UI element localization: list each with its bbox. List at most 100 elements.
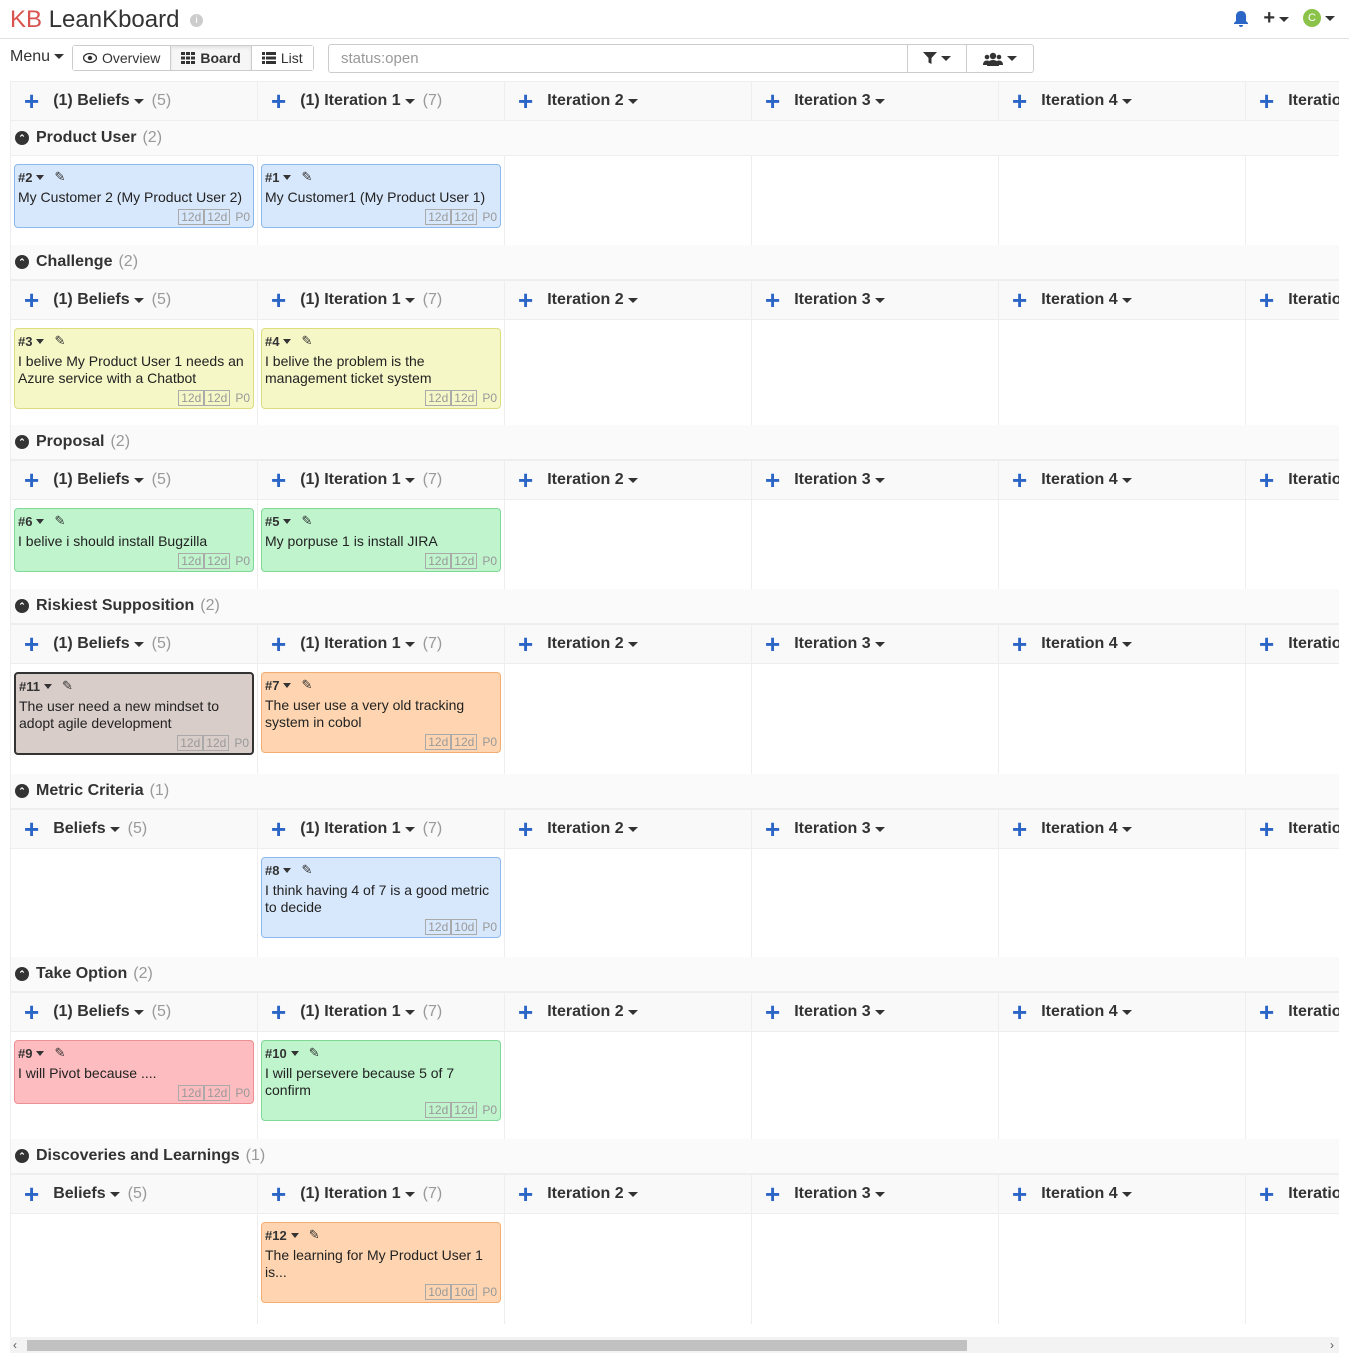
board-cell[interactable] <box>999 664 1246 774</box>
board-cell[interactable] <box>999 1214 1246 1324</box>
column-header[interactable]: + Iteration 5 <box>1246 1175 1339 1213</box>
caret-down-icon[interactable] <box>133 297 144 303</box>
edit-icon[interactable]: ✎ <box>54 513 65 529</box>
column-header[interactable]: + (1) Iteration 1 (7) <box>258 1175 505 1213</box>
scroll-right-icon[interactable]: › <box>1330 1337 1334 1353</box>
task-card[interactable]: #5 ✎ My porpuse 1 is install JIRA 12d 12d P0 <box>261 508 501 572</box>
caret-down-icon[interactable] <box>874 477 885 483</box>
column-header[interactable]: + Iteration 2 <box>505 461 752 499</box>
edit-icon[interactable]: ✎ <box>301 169 312 185</box>
add-card-icon[interactable]: + <box>1259 88 1274 114</box>
caret-down-icon[interactable] <box>404 826 415 832</box>
column-header[interactable]: + Iteration 4 <box>999 625 1246 663</box>
column-header[interactable]: + Iteration 5 <box>1246 810 1339 848</box>
board-cell[interactable] <box>1246 156 1339 245</box>
column-header[interactable]: + Iteration 2 <box>505 82 752 120</box>
add-card-icon[interactable]: + <box>271 631 286 657</box>
edit-icon[interactable]: ✎ <box>54 333 65 349</box>
board-cell[interactable] <box>752 1214 999 1324</box>
caret-down-icon[interactable] <box>627 1191 638 1197</box>
add-card-icon[interactable]: + <box>24 999 39 1025</box>
caret-down-icon[interactable] <box>1121 98 1132 104</box>
board-cell[interactable] <box>752 1032 999 1139</box>
task-card[interactable]: #6 ✎ I belive i should install Bugzilla 12d… <box>14 508 254 572</box>
add-card-icon[interactable]: + <box>518 287 533 313</box>
column-header[interactable]: + (1) Iteration 1 (7) <box>258 461 505 499</box>
board-cell[interactable]: #10 ✎ I will persevere because 5 of 7 conf… <box>258 1032 505 1139</box>
board-cell[interactable] <box>999 1032 1246 1139</box>
task-card[interactable]: #1 ✎ My Customer1 (My Product User 1) 12d 12… <box>261 164 501 228</box>
caret-down-icon[interactable] <box>1121 826 1132 832</box>
add-card-icon[interactable]: + <box>518 1181 533 1207</box>
caret-down-icon[interactable] <box>109 1191 120 1197</box>
card-id[interactable]: #7 <box>265 678 279 693</box>
swimlane-title[interactable]: ⌃ Proposal (2) <box>11 425 1339 460</box>
user-menu-button[interactable]: C <box>1303 9 1335 28</box>
task-card[interactable]: #4 ✎ I belive the problem is the managemen… <box>261 328 501 409</box>
add-card-icon[interactable]: + <box>1259 631 1274 657</box>
board-cell[interactable]: #5 ✎ My porpuse 1 is install JIRA 12d 12d P0 <box>258 500 505 589</box>
swimlane-title[interactable]: ⌃ Discoveries and Learnings (1) <box>11 1139 1339 1174</box>
add-card-icon[interactable]: + <box>24 287 39 313</box>
column-header[interactable]: + Iteration 4 <box>999 82 1246 120</box>
edit-icon[interactable]: ✎ <box>54 1045 65 1061</box>
caret-down-icon[interactable] <box>627 297 638 303</box>
board-cell[interactable] <box>752 320 999 425</box>
bell-icon[interactable] <box>1233 10 1249 28</box>
add-card-icon[interactable]: + <box>518 88 533 114</box>
card-id[interactable]: #11 <box>19 679 40 694</box>
task-card[interactable]: #8 ✎ I think having 4 of 7 is a good metri… <box>261 857 501 938</box>
caret-down-icon[interactable] <box>404 477 415 483</box>
add-card-icon[interactable]: + <box>518 999 533 1025</box>
caret-down-icon[interactable] <box>109 826 120 832</box>
caret-down-icon[interactable] <box>36 1050 45 1056</box>
board-cell[interactable] <box>752 156 999 245</box>
caret-down-icon[interactable] <box>283 338 292 344</box>
task-card[interactable]: #2 ✎ My Customer 2 (My Product User 2) 12d 1… <box>14 164 254 228</box>
add-card-icon[interactable]: + <box>24 467 39 493</box>
collapse-icon[interactable]: ⌃ <box>15 599 29 613</box>
scroll-left-icon[interactable]: ‹ <box>13 1337 17 1353</box>
column-header[interactable]: + Iteration 5 <box>1246 461 1339 499</box>
board-cell[interactable] <box>1246 849 1339 957</box>
column-header[interactable]: + Iteration 3 <box>752 625 999 663</box>
column-header[interactable]: + Iteration 2 <box>505 625 752 663</box>
column-header[interactable]: + Iteration 3 <box>752 810 999 848</box>
add-card-icon[interactable]: + <box>24 631 39 657</box>
info-icon[interactable]: i <box>190 14 204 28</box>
column-header[interactable]: + Iteration 5 <box>1246 993 1339 1031</box>
add-card-icon[interactable]: + <box>1012 1181 1027 1207</box>
board-cell[interactable] <box>752 849 999 957</box>
swimlane-title[interactable]: ⌃ Metric Criteria (1) <box>11 774 1339 809</box>
swimlane-title[interactable]: ⌃ Take Option (2) <box>11 957 1339 992</box>
caret-down-icon[interactable] <box>283 682 292 688</box>
column-header[interactable]: + Iteration 3 <box>752 281 999 319</box>
board-cell[interactable] <box>999 156 1246 245</box>
caret-down-icon[interactable] <box>290 1232 299 1238</box>
column-header[interactable]: + Iteration 4 <box>999 461 1246 499</box>
card-id[interactable]: #6 <box>18 514 32 529</box>
caret-down-icon[interactable] <box>1121 1009 1132 1015</box>
add-card-icon[interactable]: + <box>765 88 780 114</box>
board-cell[interactable] <box>505 1032 752 1139</box>
board-cell[interactable] <box>11 849 258 957</box>
card-id[interactable]: #5 <box>265 514 279 529</box>
add-card-icon[interactable]: + <box>1012 999 1027 1025</box>
edit-icon[interactable]: ✎ <box>301 862 312 878</box>
add-menu-button[interactable]: + <box>1263 8 1289 29</box>
card-id[interactable]: #8 <box>265 863 279 878</box>
board-view-button[interactable]: Board <box>171 46 252 70</box>
column-header[interactable]: + (1) Beliefs (5) <box>11 281 258 319</box>
board-cell[interactable] <box>1246 500 1339 589</box>
column-header[interactable]: + (1) Iteration 1 (7) <box>258 625 505 663</box>
add-card-icon[interactable]: + <box>518 631 533 657</box>
task-card[interactable]: #10 ✎ I will persevere because 5 of 7 conf… <box>261 1040 501 1121</box>
caret-down-icon[interactable] <box>133 641 144 647</box>
column-header[interactable]: + Iteration 3 <box>752 1175 999 1213</box>
board-cell[interactable] <box>505 320 752 425</box>
caret-down-icon[interactable] <box>404 297 415 303</box>
add-card-icon[interactable]: + <box>271 816 286 842</box>
board-cell[interactable]: #9 ✎ I will Pivot because .... 12d 12d P0 <box>11 1032 258 1139</box>
column-header[interactable]: + Iteration 3 <box>752 993 999 1031</box>
card-id[interactable]: #4 <box>265 334 279 349</box>
